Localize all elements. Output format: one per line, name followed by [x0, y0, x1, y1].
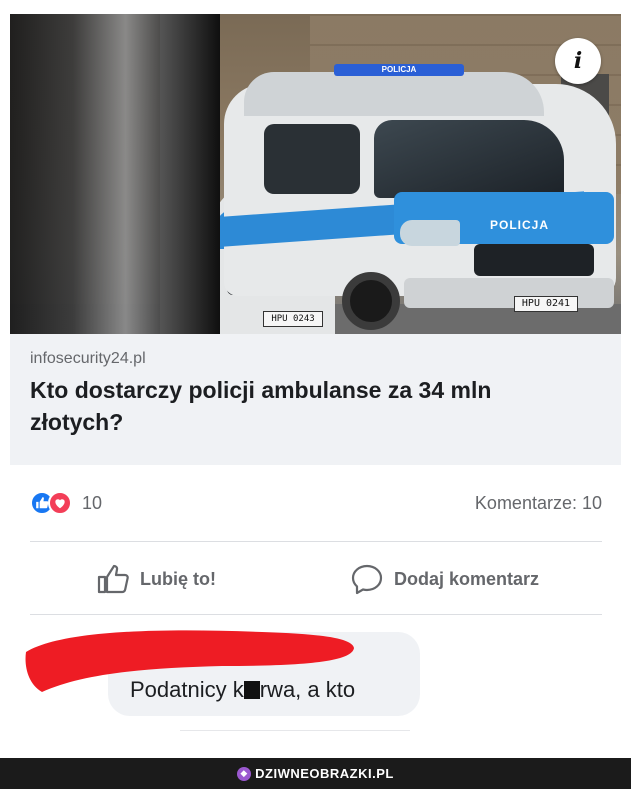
divider [30, 541, 602, 542]
link-domain: infosecurity24.pl [30, 350, 146, 367]
site-watermark: ◆ DZIWNEOBRAZKI.PL [237, 766, 394, 781]
reactions-row: 10 Komentarze: 10 [30, 485, 602, 521]
comment-label: Dodaj komentarz [393, 568, 540, 589]
comment-icon [351, 564, 383, 595]
post-image[interactable]: POLICJA HPU 0243 POLICJA POLICJA HPU 024… [10, 14, 621, 334]
action-bar: Lubię to! Dodaj komentarz [30, 555, 602, 603]
post-card: POLICJA HPU 0243 POLICJA POLICJA HPU 024… [10, 14, 621, 465]
watermark-footer: ◆ DZIWNEOBRAZKI.PL [0, 758, 631, 789]
divider [180, 730, 410, 731]
like-button[interactable]: Lubię to! [96, 563, 216, 595]
censor-block [243, 681, 260, 699]
like-label: Lubię to! [140, 568, 216, 589]
link-preview[interactable]: infosecurity24.pl Kto dostarczy policji … [10, 334, 621, 465]
police-van: POLICJA POLICJA HPU 0241 [224, 64, 621, 334]
comment-button[interactable]: Dodaj komentarz [350, 563, 539, 595]
comments-count[interactable]: Komentarze: 10 [475, 493, 602, 514]
site-logo-icon: ◆ [237, 766, 252, 781]
van-beacon-label: POLICJA [334, 64, 464, 76]
info-icon[interactable]: i [555, 38, 601, 84]
comment-text: Podatnicy k rwa, a kto [130, 677, 356, 702]
love-reaction-icon [48, 491, 72, 515]
divider [30, 614, 602, 615]
reaction-count: 10 [82, 492, 103, 513]
van-plate: HPU 0241 [514, 296, 578, 312]
link-headline[interactable]: Kto dostarczy policji ambulanse za 34 ml… [30, 374, 590, 438]
reaction-summary[interactable]: 10 [30, 491, 102, 515]
thumbs-up-icon [97, 564, 129, 594]
van-hood-label: POLICJA [490, 218, 550, 232]
